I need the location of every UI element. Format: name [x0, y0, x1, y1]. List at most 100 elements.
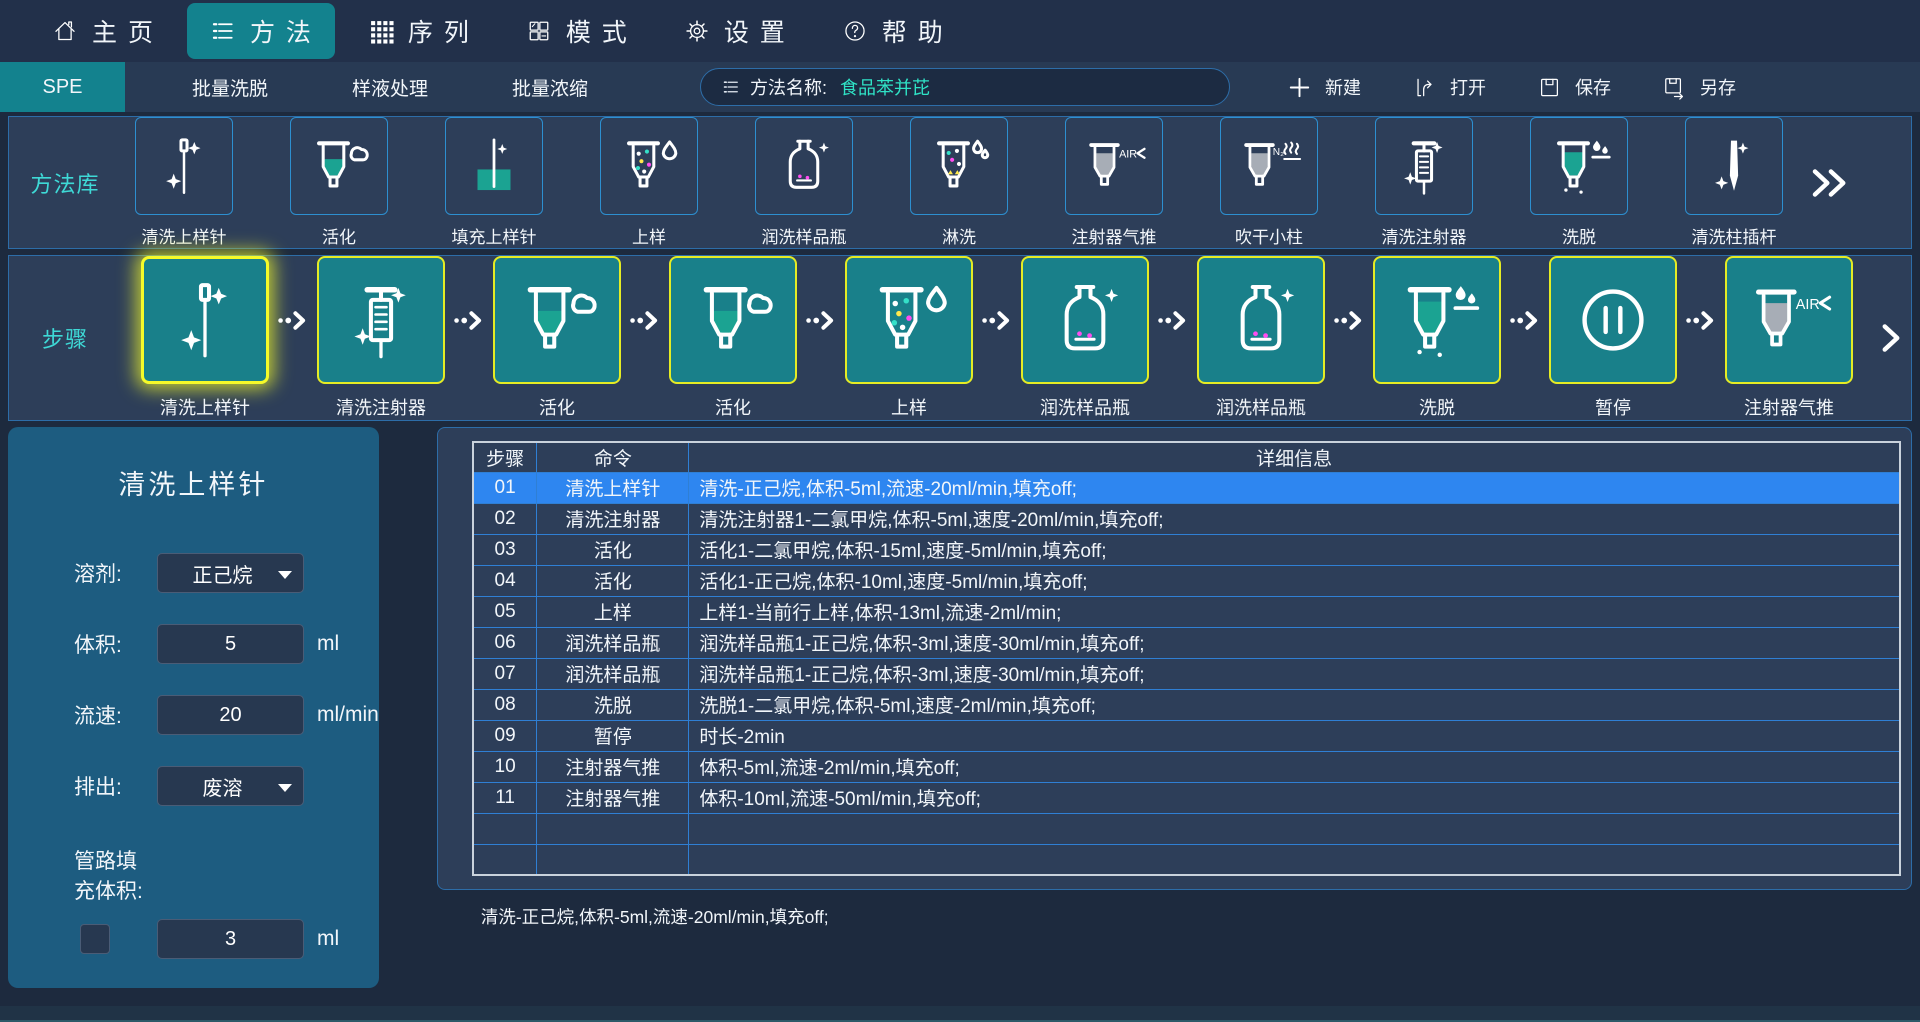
step-item[interactable]: 活化	[669, 256, 797, 420]
library-item[interactable]: 洗脱	[1530, 117, 1628, 248]
action-button[interactable]: 新建	[1286, 74, 1361, 101]
nav-item[interactable]: 序 列	[345, 3, 493, 59]
step-item[interactable]: 暂停	[1549, 256, 1677, 420]
library-item-card[interactable]	[600, 117, 698, 215]
library-item[interactable]: 清洗柱插杆	[1685, 117, 1783, 248]
step-item-card[interactable]	[1021, 256, 1149, 384]
library-item[interactable]: 淋洗	[910, 117, 1008, 248]
method-type-tab-label: 批量浓缩	[512, 74, 588, 101]
table-row[interactable]: 02 清洗注射器 清洗注射器1-二氯甲烷,体积-5ml,速度-20ml/min,…	[473, 503, 1900, 534]
step-item-label: 活化	[669, 394, 797, 420]
step-item-card[interactable]	[141, 256, 269, 384]
table-row[interactable]: 11 注射器气推 体积-10ml,流速-50ml/min,填充off;	[473, 782, 1900, 813]
step-item-card[interactable]	[1197, 256, 1325, 384]
step-item-card[interactable]	[1373, 256, 1501, 384]
line-fill-checkbox[interactable]	[80, 924, 110, 954]
table-row[interactable]: 10 注射器气推 体积-5ml,流速-2ml/min,填充off;	[473, 751, 1900, 782]
action-button[interactable]: 保存	[1536, 74, 1611, 101]
library-item-label: 活化	[290, 223, 388, 248]
step-item-card[interactable]	[1549, 256, 1677, 384]
cell-step: 11	[473, 782, 537, 813]
nav-item[interactable]: 主 页	[29, 3, 177, 59]
action-button[interactable]: 打开	[1411, 74, 1486, 101]
open-icon	[1411, 74, 1438, 101]
nav-item[interactable]: 模 式	[503, 3, 651, 59]
table-row[interactable]	[473, 813, 1900, 844]
list-icon	[209, 17, 237, 45]
table-row[interactable]: 01 清洗上样针 清洗-正己烷,体积-5ml,流速-20ml/min,填充off…	[473, 472, 1900, 503]
step-item[interactable]: 润洗样品瓶	[1021, 256, 1149, 420]
table-row[interactable]	[473, 844, 1900, 875]
library-item[interactable]: 注射器气推	[1065, 117, 1163, 248]
library-item-card[interactable]	[1065, 117, 1163, 215]
line-fill-input[interactable]	[157, 919, 304, 959]
library-item-card[interactable]	[755, 117, 853, 215]
library-more-button[interactable]	[1807, 162, 1853, 204]
steps-more-button[interactable]	[1875, 316, 1907, 360]
method-type-tab[interactable]: 批量洗脱	[150, 62, 310, 112]
column-air-icon	[1081, 133, 1147, 199]
library-item[interactable]: 活化	[290, 117, 388, 248]
saveas-icon	[1661, 74, 1688, 101]
library-item[interactable]: 填充上样针	[445, 117, 543, 248]
step-item[interactable]: 润洗样品瓶	[1197, 256, 1325, 420]
footer-bar	[0, 1006, 1920, 1022]
table-row[interactable]: 03 活化 活化1-二氯甲烷,体积-15ml,速度-5ml/min,填充off;	[473, 534, 1900, 565]
step-item-card[interactable]	[845, 256, 973, 384]
library-item-card[interactable]	[1530, 117, 1628, 215]
method-type-tab-label: SPE	[42, 76, 82, 99]
table-row[interactable]: 05 上样 上样1-当前行上样,体积-13ml,流速-2ml/min;	[473, 596, 1900, 627]
method-type-tab[interactable]: 批量浓缩	[470, 62, 630, 112]
cell-step: 02	[473, 503, 537, 534]
step-items: 清洗上样针 清洗注射器	[121, 256, 1853, 420]
step-item[interactable]: 活化	[493, 256, 621, 420]
step-item-card[interactable]	[1725, 256, 1853, 384]
cell-step: 05	[473, 596, 537, 627]
nav-item[interactable]: 帮 助	[819, 3, 967, 59]
library-item-card[interactable]	[910, 117, 1008, 215]
library-item-card[interactable]	[445, 117, 543, 215]
step-item[interactable]: 洗脱	[1373, 256, 1501, 420]
library-item-card[interactable]	[1685, 117, 1783, 215]
volume-input[interactable]	[157, 624, 304, 664]
library-item-card[interactable]	[135, 117, 233, 215]
list-icon	[721, 77, 741, 97]
toolbar: SPE 批量洗脱 样液处理 批量浓缩 方法名称: 食品苯并芘	[0, 62, 1920, 112]
step-item[interactable]: 清洗上样针	[141, 256, 269, 420]
step-item-card[interactable]	[669, 256, 797, 384]
step-item-card[interactable]	[493, 256, 621, 384]
action-button[interactable]: 另存	[1661, 74, 1736, 101]
method-type-tab[interactable]: SPE	[0, 62, 125, 112]
volume-field: 体积: ml	[74, 623, 379, 665]
table-row[interactable]: 07 润洗样品瓶 润洗样品瓶1-正己烷,体积-3ml,速度-30ml/min,填…	[473, 658, 1900, 689]
step-item-label: 润洗样品瓶	[1021, 394, 1149, 420]
library-item[interactable]: 润洗样品瓶	[755, 117, 853, 248]
step-item[interactable]: 清洗注射器	[317, 256, 445, 420]
library-item-card[interactable]	[1220, 117, 1318, 215]
library-item[interactable]: 上样	[600, 117, 698, 248]
library-item[interactable]: 吹干小柱	[1220, 117, 1318, 248]
library-item[interactable]: 清洗上样针	[135, 117, 233, 248]
method-name-field[interactable]: 方法名称: 食品苯并芘	[700, 68, 1230, 106]
method-name-value[interactable]: 食品苯并芘	[840, 74, 930, 100]
table-row[interactable]: 08 洗脱 洗脱1-二氯甲烷,体积-5ml,速度-2ml/min,填充off;	[473, 689, 1900, 720]
drain-select[interactable]: 废溶	[157, 766, 304, 806]
flow-arrow-icon	[803, 309, 840, 332]
nav-item[interactable]: 设 置	[661, 3, 809, 59]
table-row[interactable]: 06 润洗样品瓶 润洗样品瓶1-正己烷,体积-3ml,速度-30ml/min,填…	[473, 627, 1900, 658]
nav-item[interactable]: 方 法	[187, 3, 335, 59]
table-row[interactable]: 04 活化 活化1-正己烷,体积-10ml,速度-5ml/min,填充off;	[473, 565, 1900, 596]
step-item[interactable]: 注射器气推	[1725, 256, 1853, 420]
step-item-card[interactable]	[317, 256, 445, 384]
method-type-tab[interactable]: 样液处理	[310, 62, 470, 112]
flow-input[interactable]	[157, 695, 304, 735]
solvent-select[interactable]: 正己烷	[157, 553, 304, 593]
library-item-card[interactable]	[1375, 117, 1473, 215]
table-row[interactable]: 09 暂停 时长-2min	[473, 720, 1900, 751]
step-item[interactable]: 上样	[845, 256, 973, 420]
library-item[interactable]: 清洗注射器	[1375, 117, 1473, 248]
chevron-right-icon	[1875, 316, 1907, 360]
volume-label: 体积:	[74, 629, 157, 659]
library-item-card[interactable]	[290, 117, 388, 215]
cell-command: 清洗上样针	[537, 472, 689, 503]
